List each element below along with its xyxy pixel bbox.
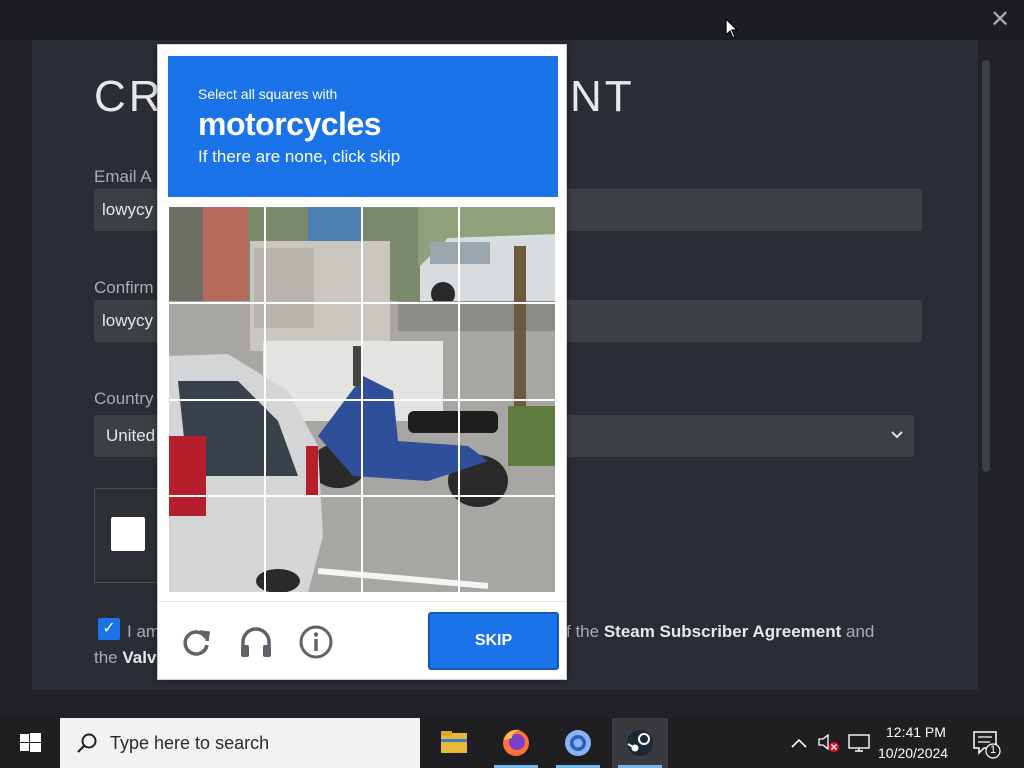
steam-taskbar-button[interactable] [612, 718, 668, 768]
country-value: United [106, 426, 156, 445]
reload-icon[interactable] [178, 624, 214, 660]
grid-tile[interactable] [362, 496, 459, 593]
captcha-footer: SKIP [158, 601, 566, 679]
steam-icon [627, 730, 653, 756]
grid-tile[interactable] [168, 302, 265, 400]
grid-tile[interactable] [362, 399, 459, 497]
start-button[interactable] [0, 718, 60, 768]
recaptcha-checkbox[interactable] [111, 517, 145, 551]
chrome-icon [565, 730, 591, 756]
chevron-up-icon [791, 738, 807, 748]
volume-muted-icon [818, 733, 839, 752]
taskbar: Type here to search 12:41 PM 10/20/2024 … [0, 718, 1024, 768]
grid-tile[interactable] [362, 302, 459, 400]
agree-line2-start: the [94, 648, 123, 667]
captcha-challenge: Select all squares with motorcycles If t… [157, 44, 567, 680]
grid-tile[interactable] [459, 399, 556, 497]
steam-subscriber-agreement-link[interactable]: Steam Subscriber Agreement [604, 622, 841, 641]
firefox-icon [503, 729, 529, 756]
agree-text-line2: the Valv [94, 648, 156, 668]
recaptcha-widget [94, 488, 164, 583]
file-explorer-button[interactable] [426, 718, 482, 768]
firefox-button[interactable] [488, 718, 544, 768]
info-icon[interactable] [298, 624, 334, 660]
notification-center-button[interactable]: 1 [968, 718, 1008, 768]
clock-time[interactable]: 12:41 PM [886, 724, 946, 740]
windows-icon [20, 733, 41, 752]
close-icon[interactable]: ✕ [986, 6, 1014, 34]
instruction-small: Select all squares with [198, 86, 338, 102]
agree-text-start: I am [127, 622, 161, 641]
grid-tile[interactable] [459, 496, 556, 593]
grid-tile[interactable] [362, 206, 459, 303]
captcha-image-grid [168, 206, 556, 593]
chrome-button[interactable] [550, 718, 606, 768]
grid-tile[interactable] [459, 206, 556, 303]
agree-checkbox[interactable]: ✓ [98, 618, 120, 640]
grid-tiles [168, 206, 556, 593]
grid-tile[interactable] [265, 302, 362, 400]
mouse-pointer-icon [725, 18, 739, 39]
grid-tile[interactable] [265, 206, 362, 303]
email-label: Email A [94, 167, 152, 186]
grid-tile[interactable] [459, 302, 556, 400]
taskbar-search-box[interactable]: Type here to search [60, 718, 420, 768]
agree-text: f the Steam Subscriber Agreement and [566, 622, 874, 642]
search-placeholder: Type here to search [110, 733, 270, 753]
instruction-target: motorcycles [198, 106, 382, 142]
show-hidden-icons-button[interactable] [788, 718, 810, 768]
agree-text-end: and [841, 622, 875, 641]
network-button[interactable] [846, 718, 872, 768]
grid-tile[interactable] [168, 399, 265, 497]
instruction-sub: If there are none, click skip [198, 147, 401, 166]
country-label: Country [94, 389, 154, 408]
scrollbar[interactable] [982, 60, 990, 472]
grid-tile[interactable] [168, 496, 265, 593]
page-title: CR [94, 72, 164, 121]
chevron-down-icon [890, 415, 904, 473]
agree-text-mid: f the [566, 622, 604, 641]
confirm-email-label: Confirm [94, 278, 154, 297]
folder-icon [441, 731, 467, 753]
captcha-instructions: Select all squares with motorcycles If t… [168, 56, 558, 197]
search-icon [77, 733, 97, 753]
audio-icon[interactable] [238, 624, 274, 660]
page-title-end: NT [570, 72, 635, 121]
notification-count: 1 [990, 744, 997, 756]
volume-button[interactable] [816, 718, 842, 768]
network-icon [848, 734, 870, 752]
window-title-bar: ✕ [0, 0, 1024, 40]
grid-tile[interactable] [168, 206, 265, 303]
grid-tile[interactable] [265, 399, 362, 497]
clock-date[interactable]: 10/20/2024 [878, 745, 948, 761]
notification-icon [973, 731, 1001, 759]
skip-button[interactable]: SKIP [428, 612, 559, 670]
valve-privacy-link[interactable]: Valv [122, 648, 156, 667]
grid-tile[interactable] [265, 496, 362, 593]
